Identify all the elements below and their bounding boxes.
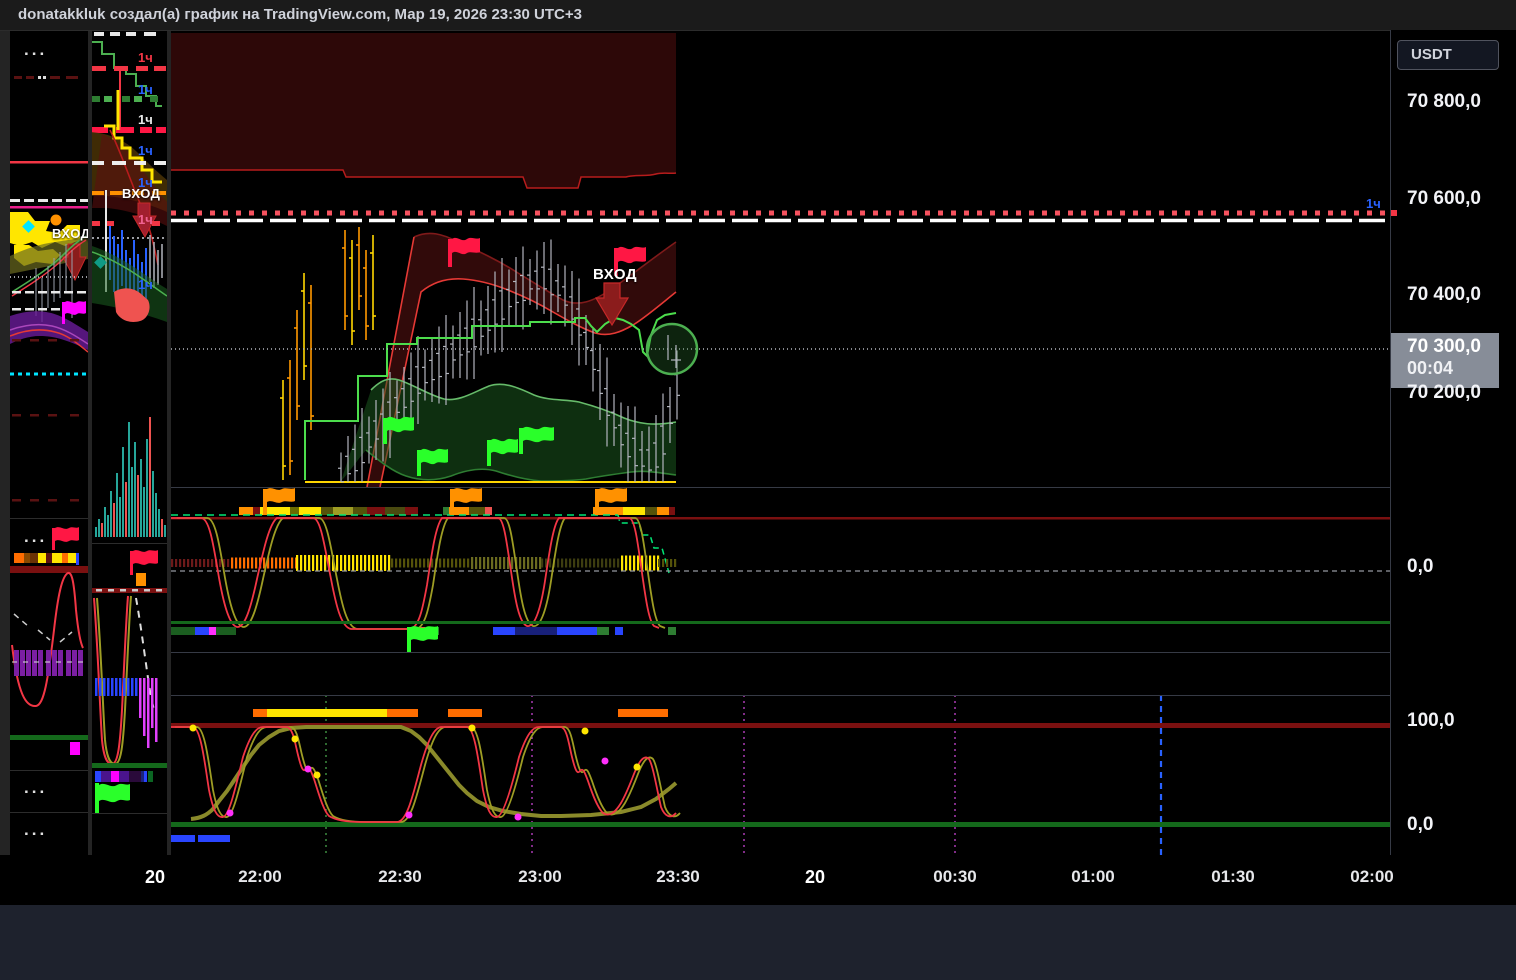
signal-dots-magenta [227,758,609,821]
level-tick [1391,210,1397,216]
main-chart-pane[interactable]: ВХОД 1ч [171,30,1390,905]
tick-histogram [171,555,676,571]
mini-chart-2-canvas [92,30,167,905]
upper-band-bar [10,566,88,573]
white-dash-row [10,199,88,202]
pane-more-button[interactable]: ... [24,532,47,542]
pane-more-button[interactable]: ... [24,825,47,835]
time-axis[interactable]: 20 22:00 22:30 23:00 23:30 20 00:30 01:00 01:30 0… [0,855,1516,905]
volume-histogram [95,417,166,537]
price-scale-label: 0,0 [1407,814,1433,836]
signal-colorbar [95,771,153,782]
price-scale-label: 70 800,0 [1407,91,1481,113]
time-axis-label: 02:00 [1350,867,1393,887]
separator [0,30,1516,31]
green-flag-icon [407,626,438,652]
osc-curve-red [171,518,659,629]
orange-dot [51,215,62,226]
time-axis-label: 01:30 [1211,867,1254,887]
price-axis[interactable]: USDT 70 300,0 00:04 70 800,0 70 600,0 70 4… [1390,30,1516,905]
red-flag-icon [52,527,79,550]
timeframe-badge: 1ч [138,82,153,97]
green-zero-bar [92,763,167,768]
time-axis-label: 20 [145,867,165,888]
orange-block [136,573,146,586]
purple-histogram [14,650,83,676]
fast-curve-olive [175,727,680,822]
timeframe-badge: 1ч [138,212,153,227]
timeframe-badge: 1ч [138,277,153,292]
price-scale-label: 70 400,0 [1407,284,1481,306]
magenta-block [70,742,80,755]
green-flag-icon [95,783,130,813]
price-chart-canvas [171,30,1390,487]
footer-bar: TradingView [0,905,1516,980]
tradingview-snapshot: donatakkluk создал(а) график на TradingV… [0,0,1516,980]
entry-marker-label: ВХОД [52,226,88,241]
upper-band-line [171,517,1390,520]
currency-label: USDT [1411,46,1452,63]
oscillator-2-canvas [171,695,1390,855]
pane-separator[interactable] [171,695,1516,696]
pane-separator[interactable] [171,487,1516,488]
timeframe-badge: 1ч [138,175,153,190]
pane-separator[interactable] [171,652,1516,653]
time-axis-label: 00:30 [933,867,976,887]
time-axis-label: 22:30 [378,867,421,887]
timeframe-badge: 1ч [138,112,153,127]
oversold-line [171,822,1390,827]
bull-cloud-fill [341,379,676,481]
white-dash-fragments [14,614,72,642]
darkred-dash-rows [12,339,79,502]
magenta-line [10,206,88,209]
heat-bar-segments [253,709,668,717]
red-dash-row-thick [92,127,166,133]
bar-countdown: 00:04 [1407,358,1499,379]
upper-band-bar [92,588,167,593]
blue-segments [171,835,230,842]
price-scale-label: 100,0 [1407,710,1455,732]
price-scale-label: 0,0 [1407,556,1433,578]
timeframe-badge: 1ч [138,50,153,65]
time-axis-label: 22:00 [238,867,281,887]
timeframe-badge: 1ч [138,143,153,158]
red-flag-icon [130,550,158,575]
timeframe-badge: 1ч [1366,196,1381,211]
upper-zone-fill [171,33,676,188]
pane-more-button[interactable]: ... [24,783,47,793]
time-axis-label: 23:00 [518,867,561,887]
red-level-line [10,161,88,164]
white-dash-row [94,32,156,36]
currency-toggle-button[interactable]: USDT [1397,40,1499,70]
attribution-text: donatakkluk создал(а) график на TradingV… [18,6,582,23]
dash-row [14,76,78,79]
rsi-curve [12,573,83,706]
entry-circle-marker[interactable] [647,324,697,374]
lower-band-line [171,621,1390,624]
left-edge-strip [0,30,10,905]
heat-bar [14,553,79,565]
time-axis-label: 23:30 [656,867,699,887]
last-price-value: 70 300,0 [1407,336,1499,358]
heat-bar-segments [239,507,675,515]
mini-chart-pane-2[interactable]: ВХОД 1ч 1ч 1ч 1ч 1ч 1ч 1ч [92,30,167,905]
green-zero-bar [10,735,88,740]
pane-more-button[interactable]: ... [24,45,47,55]
red-dash-row [92,66,166,71]
mini-chart-pane-1[interactable]: ... ... ... ... ВХОД [10,30,88,905]
price-scale-label: 70 200,0 [1407,382,1481,404]
attribution-bar: donatakkluk создал(а) график на TradingV… [0,0,1516,30]
time-axis-label: 01:00 [1071,867,1114,887]
mini-chart-1-canvas [10,30,88,905]
oscillator-1-canvas [171,487,1390,652]
entry-marker-label: ВХОД [593,266,637,283]
price-scale-label: 70 600,0 [1407,188,1481,210]
time-axis-label: 20 [805,867,825,888]
last-price-badge: 70 300,0 00:04 [1391,333,1499,388]
